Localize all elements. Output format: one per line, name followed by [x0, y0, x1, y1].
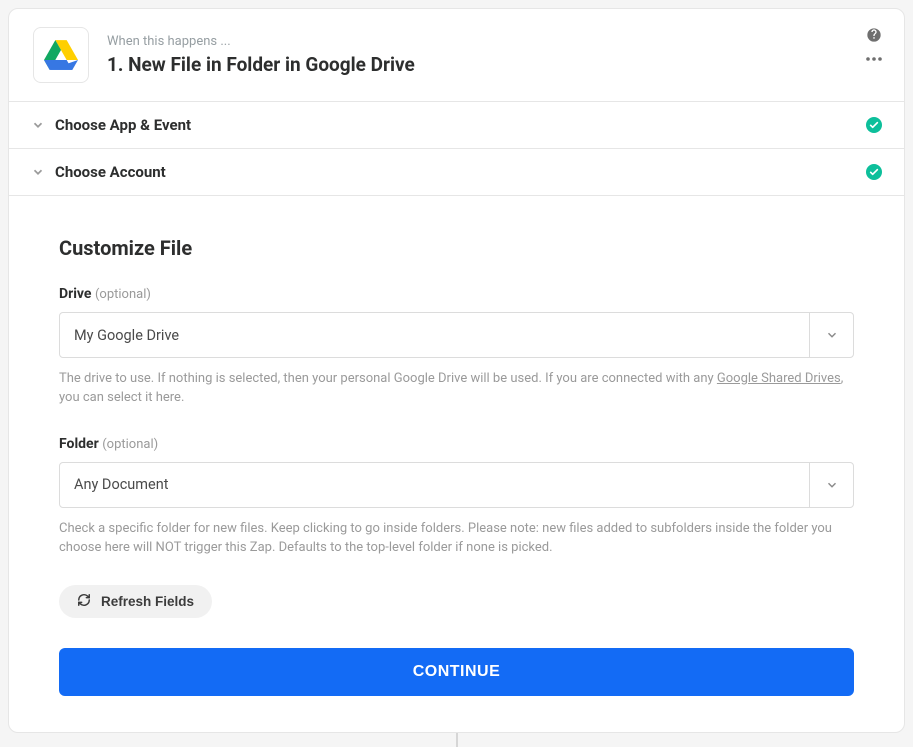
field-drive: Drive (optional) My Google Drive The dri…: [59, 286, 854, 408]
step-card: When this happens ... 1. New File in Fol…: [8, 8, 905, 733]
step-header: When this happens ... 1. New File in Fol…: [9, 9, 904, 102]
label-text: Drive: [59, 286, 92, 302]
check-circle-icon: [866, 117, 882, 133]
field-help: Check a specific folder for new files. K…: [59, 520, 854, 558]
refresh-fields-button[interactable]: Refresh Fields: [59, 585, 212, 618]
field-folder: Folder (optional) Any Document Check a s…: [59, 436, 854, 558]
step-title: 1. New File in Folder in Google Drive: [107, 53, 880, 76]
chevron-down-icon: [809, 313, 853, 357]
drive-select[interactable]: My Google Drive: [59, 312, 854, 358]
label-text: Folder: [59, 436, 99, 452]
refresh-label: Refresh Fields: [101, 594, 194, 609]
field-help: The drive to use. If nothing is selected…: [59, 370, 854, 408]
help-icon[interactable]: [866, 27, 882, 43]
label-optional: (optional): [102, 437, 158, 452]
select-value: My Google Drive: [60, 313, 809, 357]
field-label: Folder (optional): [59, 436, 854, 452]
connector-stem: [456, 733, 458, 747]
section-choose-app[interactable]: Choose App & Event: [9, 102, 904, 149]
header-text: When this happens ... 1. New File in Fol…: [107, 34, 880, 76]
check-circle-icon: [866, 164, 882, 180]
step-body: Customize File Drive (optional) My Googl…: [9, 196, 904, 732]
folder-select[interactable]: Any Document: [59, 462, 854, 508]
chevron-down-icon: [31, 165, 45, 179]
refresh-icon: [77, 593, 91, 610]
step-eyebrow: When this happens ...: [107, 34, 880, 49]
select-value: Any Document: [60, 463, 809, 507]
continue-button[interactable]: CONTINUE: [59, 648, 854, 696]
body-title: Customize File: [59, 236, 854, 260]
section-title: Choose Account: [55, 163, 866, 181]
help-text-pre: The drive to use. If nothing is selected…: [59, 371, 717, 386]
help-link[interactable]: Google Shared Drives: [717, 371, 841, 386]
field-label: Drive (optional): [59, 286, 854, 302]
header-actions: [866, 27, 882, 61]
label-optional: (optional): [95, 287, 151, 302]
more-icon[interactable]: [866, 57, 882, 61]
google-drive-icon: [33, 27, 89, 83]
section-title: Choose App & Event: [55, 116, 866, 134]
chevron-down-icon: [809, 463, 853, 507]
section-choose-account[interactable]: Choose Account: [9, 149, 904, 196]
chevron-down-icon: [31, 118, 45, 132]
